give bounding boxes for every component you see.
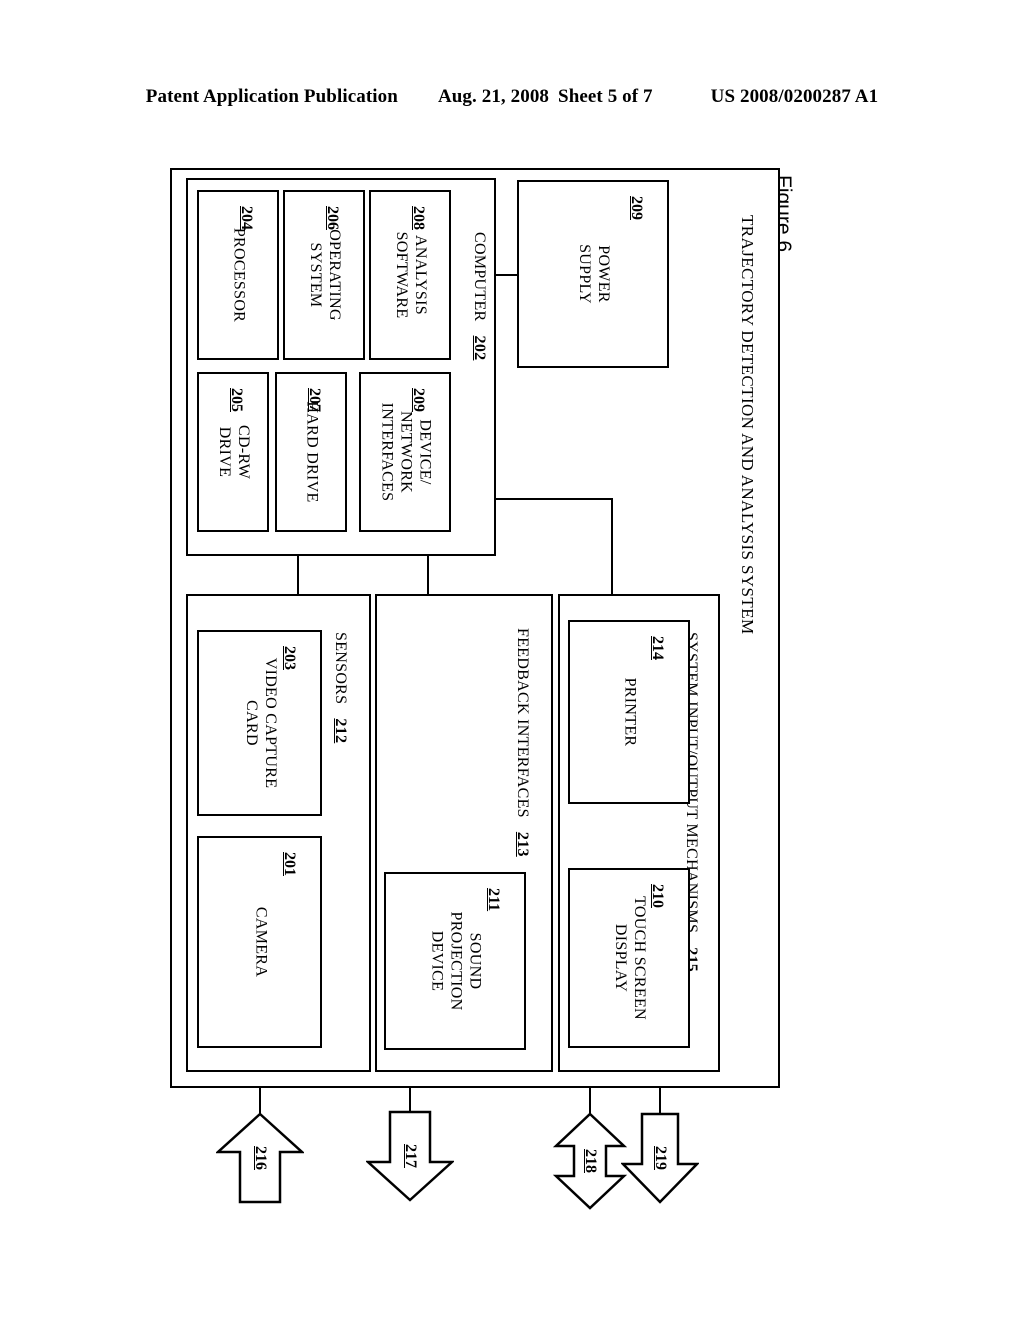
sound-projection-device-label-line1: SOUND (466, 932, 484, 990)
arrow-218: 218 (552, 1112, 628, 1210)
video-capture-card-block: VIDEO CAPTURE CARD 203 (197, 630, 322, 816)
sound-projection-device-label-line3: DEVICE (428, 930, 446, 992)
processor-number: 204 (238, 206, 255, 230)
sensors-number: 212 (332, 718, 349, 744)
sound-projection-device-label-line2: PROJECTION (447, 911, 465, 1011)
processor-block: PROCESSOR 204 (197, 190, 279, 360)
analysis-software-label-line1: ANALYSIS (411, 235, 429, 315)
sensors-label: SENSORS (332, 632, 349, 705)
power-supply-label-line2: SUPPLY (576, 244, 593, 304)
video-capture-card-label-line1: VIDEO CAPTURE (261, 657, 279, 789)
sensors-group-label: SENSORS 212 (331, 632, 349, 743)
touch-screen-display-block: TOUCH SCREEN DISPLAY 210 (568, 868, 690, 1048)
hard-drive-block: HARD DRIVE 207 (275, 372, 347, 532)
page-header: Patent Application Publication Aug. 21, … (0, 86, 1024, 114)
touch-screen-display-label-line2: DISPLAY (612, 923, 629, 993)
arrow-218-number: 218 (582, 1149, 599, 1173)
operating-system-label-line1: OPERATING (325, 229, 343, 321)
connector-computer-io-horizontal (496, 498, 613, 500)
system-label: TRAJECTORY DETECTION AND ANALYSIS SYSTEM (738, 215, 757, 635)
feedback-interfaces-label: FEEDBACK INTERFACES (514, 628, 531, 818)
feedback-interfaces-group-label: FEEDBACK INTERFACES 213 (513, 628, 531, 857)
cd-rw-drive-block: CD-RW DRIVE 205 (197, 372, 269, 532)
arrow-216-number: 216 (252, 1146, 269, 1170)
arrow-219-number: 219 (652, 1146, 669, 1170)
video-capture-card-number: 203 (281, 646, 298, 670)
printer-label: PRINTER (621, 677, 639, 747)
touch-screen-display-number: 210 (649, 884, 666, 908)
analysis-software-block: ANALYSIS SOFTWARE 208 (369, 190, 451, 360)
cd-rw-drive-label-line2: DRIVE (216, 426, 233, 478)
arrow-216: 216 (216, 1112, 304, 1204)
hard-drive-number: 207 (306, 388, 323, 412)
cd-rw-drive-label-line1: CD-RW (234, 425, 252, 479)
touch-screen-display-label-line1: TOUCH SCREEN (630, 896, 648, 1020)
device-network-interfaces-block: DEVICE/ NETWORK INTERFACES 209 (359, 372, 451, 532)
connector-computer-sensors (297, 556, 299, 594)
sound-projection-device-number: 211 (485, 888, 502, 912)
arrow-219: 219 (621, 1112, 699, 1204)
header-date: Aug. 21, 2008 (437, 86, 550, 107)
device-network-interfaces-label-line1: DEVICE/ (416, 419, 434, 485)
operating-system-label-line2: SYSTEM (307, 242, 324, 308)
cd-rw-drive-number: 205 (228, 388, 245, 412)
device-network-interfaces-number: 209 (410, 388, 427, 412)
power-supply-number: 209 (628, 196, 645, 220)
header-sheet: Sheet 5 of 7 (558, 86, 653, 107)
printer-block: PRINTER 214 (568, 620, 690, 804)
processor-label: PROCESSOR (230, 227, 248, 323)
computer-label: COMPUTER (471, 232, 488, 322)
computer-group-label: COMPUTER 202 (470, 232, 488, 360)
device-network-interfaces-label-line2: NETWORK (397, 410, 415, 494)
computer-number: 202 (471, 335, 488, 361)
feedback-interfaces-number: 213 (514, 831, 531, 857)
power-supply-label-line1: POWER (594, 245, 612, 303)
video-capture-card-label-line2: CARD (242, 700, 260, 746)
operating-system-number: 206 (324, 206, 341, 230)
camera-block: CAMERA 201 (197, 836, 322, 1048)
connector-computer-io-vertical (611, 498, 613, 594)
printer-number: 214 (649, 636, 666, 660)
header-patent-number: US 2008/0200287 A1 (710, 86, 879, 107)
connector-computer-power-supply (496, 274, 517, 276)
connector-computer-feedback (427, 556, 429, 594)
hard-drive-label: HARD DRIVE (303, 401, 321, 503)
header-publication: Patent Application Publication (145, 86, 398, 107)
camera-label: CAMERA (251, 906, 269, 978)
device-network-interfaces-label-line3: INTERFACES (378, 402, 396, 502)
operating-system-block: OPERATING SYSTEM 206 (283, 190, 365, 360)
camera-number: 201 (281, 852, 298, 876)
arrow-217: 217 (366, 1110, 454, 1202)
analysis-software-label-line2: SOFTWARE (393, 231, 410, 319)
sound-projection-device-block: SOUND PROJECTION DEVICE 211 (384, 872, 526, 1050)
power-supply-block: POWER SUPPLY 209 (517, 180, 669, 368)
analysis-software-number: 208 (410, 206, 427, 230)
arrow-217-number: 217 (402, 1144, 419, 1168)
